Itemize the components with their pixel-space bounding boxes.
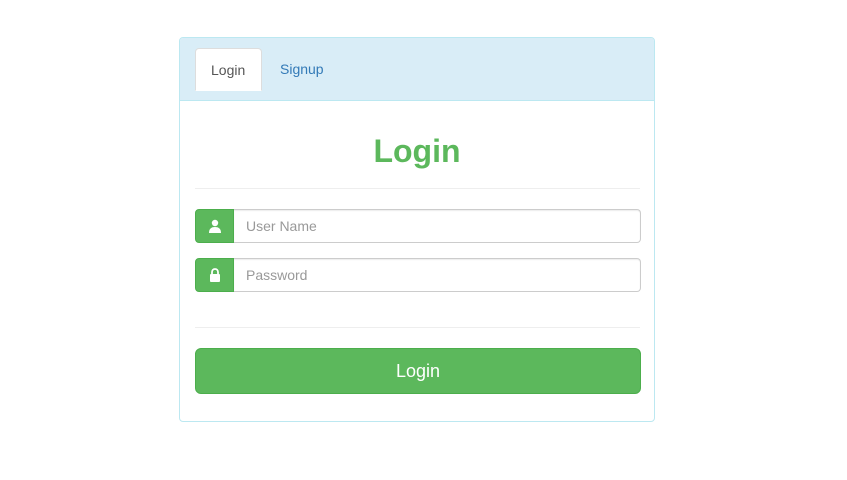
password-input-group bbox=[195, 258, 641, 292]
username-field[interactable] bbox=[234, 209, 641, 243]
tab-login[interactable]: Login bbox=[195, 48, 262, 91]
login-panel: Login Signup Login Login bbox=[179, 37, 655, 422]
password-field[interactable] bbox=[234, 258, 641, 292]
lock-icon bbox=[195, 258, 234, 292]
divider-top bbox=[195, 188, 640, 189]
panel-heading: Login Signup bbox=[180, 38, 654, 101]
page-title: Login bbox=[373, 133, 461, 169]
username-input-group bbox=[195, 209, 641, 243]
divider-bottom bbox=[195, 327, 640, 328]
tab-signup[interactable]: Signup bbox=[265, 48, 339, 90]
login-button[interactable]: Login bbox=[195, 348, 641, 394]
user-icon bbox=[195, 209, 234, 243]
